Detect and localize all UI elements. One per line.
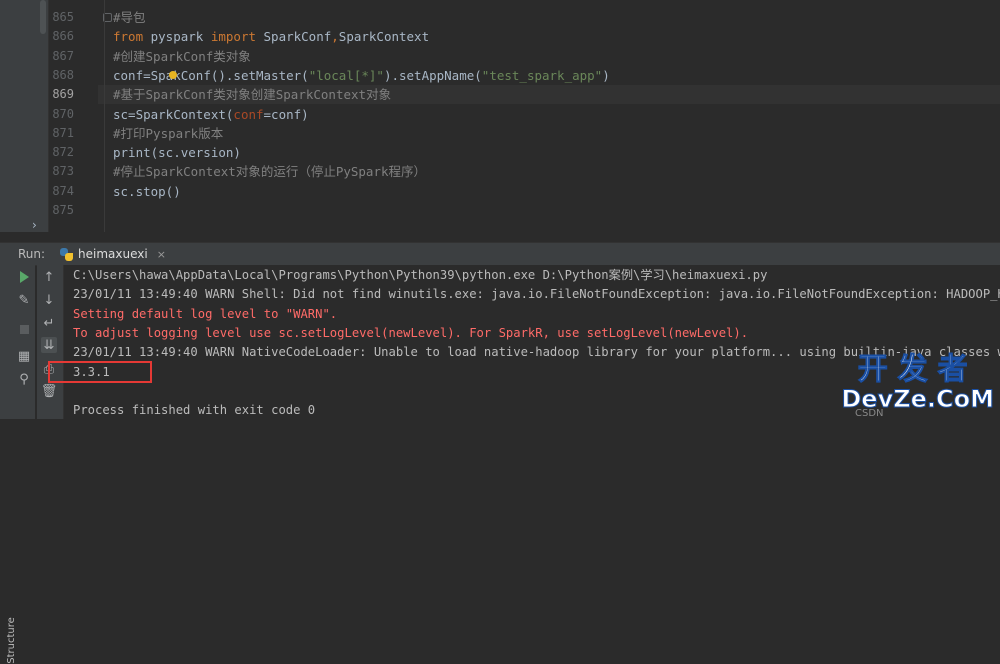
- line-number: 873: [52, 164, 74, 179]
- code-token: ,: [331, 29, 339, 45]
- project-strip: ›: [0, 0, 49, 232]
- run-toolbar: ✎ ▦ ⚲: [13, 265, 35, 419]
- code-token: sc.stop(): [113, 183, 181, 199]
- code-line[interactable]: #导包: [113, 8, 146, 27]
- code-line[interactable]: from pyspark import SparkConf,SparkConte…: [113, 27, 429, 46]
- run-tab-heimaxuexi[interactable]: heimaxuexi ×: [54, 243, 176, 267]
- line-number: 869: [52, 87, 74, 102]
- code-line[interactable]: sc.stop(): [113, 182, 181, 201]
- line-number: 872: [52, 145, 74, 160]
- line-number: 874: [52, 183, 74, 198]
- code-line[interactable]: conf=SpakConf().setMaster("local[*]").se…: [113, 66, 610, 85]
- code-token: from: [113, 29, 144, 45]
- line-number: 868: [52, 67, 74, 82]
- code-token: #基于SparkConf类对象创建SparkContext对象: [113, 87, 392, 103]
- code-token: "test_spark_app": [481, 67, 603, 83]
- code-token: conf=Spa: [113, 67, 174, 83]
- code-token: #创建SparkConf类对象: [113, 48, 251, 64]
- console-line: To adjust logging level use sc.setLogLev…: [73, 325, 749, 340]
- code-token: #停止SparkContext对象的运行（停止PySpark程序）: [113, 164, 427, 180]
- trash-icon[interactable]: 🗑: [41, 383, 58, 399]
- run-label: Run:: [18, 247, 46, 261]
- code-token: =conf): [263, 106, 309, 122]
- line-number: 867: [52, 48, 74, 63]
- code-token: print(sc.version): [113, 145, 241, 161]
- strip-scroll-thumb[interactable]: [40, 0, 46, 34]
- code-line[interactable]: print(sc.version): [113, 143, 241, 162]
- run-tool-window-header: Run: heimaxuexi ×: [0, 242, 1000, 267]
- code-token: SparkContext: [338, 29, 430, 45]
- code-token: pyspark: [143, 29, 211, 45]
- soft-wrap-icon[interactable]: ↵: [41, 315, 57, 331]
- console-line: Process finished with exit code 0: [73, 403, 316, 418]
- layout-icon[interactable]: ▦: [16, 348, 32, 364]
- watermark-logo: 开发者 DevZe.CoM: [841, 352, 995, 413]
- gutter-divider: [104, 0, 105, 232]
- close-icon[interactable]: ×: [157, 248, 166, 261]
- code-token: sc=SparkContext(: [113, 106, 234, 122]
- watermark-cn: 开发者: [857, 352, 978, 387]
- code-editor[interactable]: › 865 866 867 868 869 870 871 872 873 874 875 #导包 f…: [0, 0, 1000, 232]
- code-token: #导包: [113, 10, 146, 25]
- pin-icon[interactable]: ⚲: [16, 371, 32, 387]
- code-line[interactable]: #停止SparkContext对象的运行（停止PySpark程序）: [113, 162, 426, 181]
- wrench-icon[interactable]: ✎: [16, 292, 32, 308]
- version-highlight-box: [48, 361, 152, 383]
- structure-tab[interactable]: Structure: [6, 617, 17, 664]
- code-token: import: [210, 29, 256, 45]
- code-token: ).setAppName(: [383, 67, 482, 83]
- line-number: 866: [52, 29, 74, 44]
- code-line[interactable]: #基于SparkConf类对象创建SparkContext对象: [113, 85, 391, 104]
- code-token: "local[*]": [308, 67, 384, 83]
- stop-icon[interactable]: [16, 321, 32, 337]
- code-line[interactable]: #创建SparkConf类对象: [113, 47, 251, 66]
- csdn-watermark: CSDN: [855, 408, 884, 419]
- line-number-gutter: 865 866 867 868 869 870 871 872 873 874 875: [48, 0, 98, 232]
- side-strip: Structure: [0, 265, 17, 664]
- line-number: 875: [52, 203, 74, 217]
- run-tab-label: heimaxuexi: [78, 247, 148, 261]
- console-line: Setting default log level to "WARN".: [73, 306, 338, 321]
- code-token: conf: [233, 106, 264, 122]
- rerun-icon[interactable]: [16, 269, 32, 285]
- arrow-up-icon[interactable]: ↑: [41, 269, 57, 285]
- code-token: kConf().setMaster(: [173, 67, 309, 83]
- arrow-down-icon[interactable]: ↓: [41, 292, 57, 308]
- console-toolbar: ↑ ↓ ↵ ⇊ ⎙ 🗑: [37, 265, 64, 419]
- scroll-to-end-icon[interactable]: ⇊: [41, 337, 57, 353]
- console-line: C:\Users\hawa\AppData\Local\Programs\Pyt…: [73, 268, 768, 282]
- console-line: 23/01/11 13:49:40 WARN Shell: Did not fi…: [73, 287, 1000, 302]
- code-token: #打印Pyspark版本: [113, 125, 224, 141]
- chevron-right-icon[interactable]: ›: [32, 218, 37, 232]
- line-number: 871: [52, 125, 74, 140]
- python-icon: [60, 247, 73, 261]
- line-number: 870: [52, 106, 74, 121]
- code-token: SparkConf: [256, 29, 332, 45]
- line-number: 865: [52, 10, 74, 24]
- code-line[interactable]: #打印Pyspark版本: [113, 124, 223, 143]
- code-token: ): [602, 67, 610, 83]
- code-line[interactable]: sc=SparkContext(conf=conf): [113, 105, 309, 124]
